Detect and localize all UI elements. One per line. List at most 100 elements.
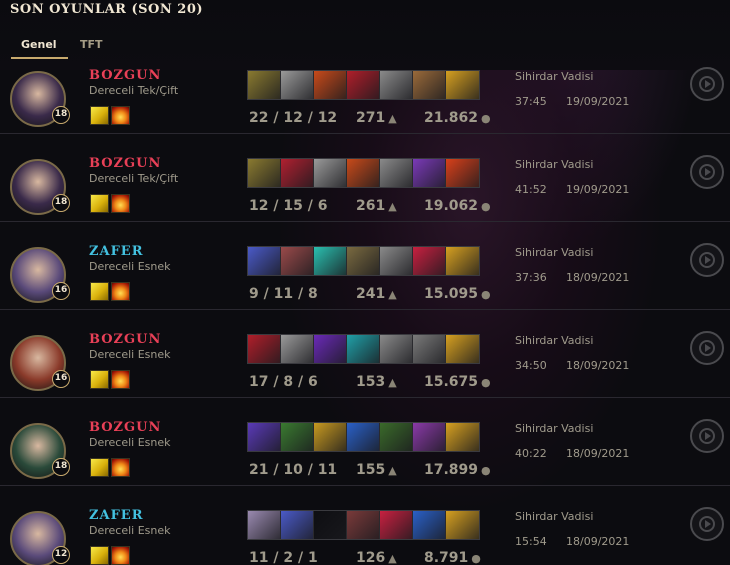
replay-button[interactable] (690, 67, 724, 101)
cs-value: 153 (356, 374, 386, 390)
coins-icon: ● (471, 552, 481, 565)
replay-button[interactable] (690, 243, 724, 277)
kda: 11 / 2 / 1 (249, 550, 318, 565)
gold-value: 15.675 (424, 374, 479, 390)
item-slot[interactable] (347, 335, 380, 363)
replay-button[interactable] (690, 155, 724, 189)
ignite-icon (111, 194, 130, 213)
kda: 17 / 8 / 6 (249, 374, 318, 390)
item-slot[interactable] (314, 511, 347, 539)
match-date: 18/09/2021 (566, 535, 630, 548)
item-slot[interactable] (281, 159, 314, 187)
item-slot[interactable] (446, 423, 479, 451)
item-slot[interactable] (413, 247, 446, 275)
queue-type: Dereceli Esnek (89, 260, 171, 273)
item-slot[interactable] (281, 247, 314, 275)
map-name: Sihirdar Vadisi (515, 422, 594, 435)
item-slot[interactable] (380, 247, 413, 275)
item-build (247, 246, 480, 276)
item-slot[interactable] (248, 159, 281, 187)
replay-button[interactable] (690, 507, 724, 541)
item-slot[interactable] (446, 247, 479, 275)
champion-level-badge: 18 (52, 106, 70, 124)
match-result: ZAFER (89, 244, 144, 259)
replay-button[interactable] (690, 419, 724, 453)
coins-icon: ● (481, 464, 491, 477)
item-slot[interactable] (314, 71, 347, 99)
queue-type: Dereceli Tek/Çift (89, 172, 179, 185)
item-slot[interactable] (248, 511, 281, 539)
replay-button[interactable] (690, 331, 724, 365)
match-row[interactable]: 18 BOZGUN Dereceli Tek/Çift 12 / 15 / 6 … (0, 134, 730, 222)
item-slot[interactable] (413, 71, 446, 99)
item-slot[interactable] (248, 247, 281, 275)
summoner-spells (90, 194, 130, 215)
cs-value: 155 (356, 462, 386, 478)
item-slot[interactable] (248, 335, 281, 363)
item-slot[interactable] (281, 511, 314, 539)
item-slot[interactable] (446, 71, 479, 99)
cs-value: 126 (356, 550, 386, 565)
item-slot[interactable] (380, 423, 413, 451)
item-slot[interactable] (281, 423, 314, 451)
item-build (247, 158, 480, 188)
item-build (247, 334, 480, 364)
match-row[interactable]: 16 BOZGUN Dereceli Esnek 17 / 8 / 6 153 ▲… (0, 310, 730, 398)
match-row[interactable]: 12 ZAFER Dereceli Esnek 11 / 2 / 1 126 ▲ … (0, 486, 730, 565)
map-name: Sihirdar Vadisi (515, 334, 594, 347)
match-row[interactable]: 18 BOZGUN Dereceli Esnek 21 / 10 / 11 15… (0, 398, 730, 486)
item-slot[interactable] (281, 335, 314, 363)
item-slot[interactable] (413, 159, 446, 187)
item-slot[interactable] (347, 423, 380, 451)
cs-value: 241 (356, 286, 386, 302)
match-list: 18 BOZGUN Dereceli Tek/Çift 22 / 12 / 12… (0, 66, 730, 565)
creep-score: 271 ▲ (356, 110, 397, 126)
item-slot[interactable] (446, 511, 479, 539)
match-row[interactable]: 16 ZAFER Dereceli Esnek 9 / 11 / 8 241 ▲ … (0, 222, 730, 310)
item-slot[interactable] (380, 511, 413, 539)
item-slot[interactable] (380, 159, 413, 187)
tab-genel[interactable]: Genel (21, 38, 57, 51)
item-slot[interactable] (380, 71, 413, 99)
item-slot[interactable] (347, 71, 380, 99)
creep-score: 241 ▲ (356, 286, 397, 302)
item-slot[interactable] (413, 335, 446, 363)
item-slot[interactable] (380, 335, 413, 363)
tab-tft[interactable]: TFT (80, 38, 103, 51)
match-history-header: SON OYUNLAR (SON 20) Genel TFT (0, 0, 730, 70)
item-slot[interactable] (446, 159, 479, 187)
item-slot[interactable] (314, 423, 347, 451)
minion-icon: ▲ (388, 376, 397, 389)
match-row[interactable]: 18 BOZGUN Dereceli Tek/Çift 22 / 12 / 12… (0, 66, 730, 134)
match-result: BOZGUN (89, 156, 162, 171)
summoner-spells (90, 546, 130, 565)
creep-score: 155 ▲ (356, 462, 397, 478)
item-slot[interactable] (413, 423, 446, 451)
gold-value: 8.791 (424, 550, 469, 565)
item-slot[interactable] (413, 511, 446, 539)
match-result: ZAFER (89, 508, 144, 523)
gold-earned: 8.791 ● (424, 550, 481, 565)
ignite-icon (111, 106, 130, 125)
item-slot[interactable] (248, 423, 281, 451)
queue-type: Dereceli Esnek (89, 348, 171, 361)
item-slot[interactable] (314, 159, 347, 187)
kda: 21 / 10 / 11 (249, 462, 338, 478)
ghost-icon (90, 546, 109, 565)
gold-earned: 15.095 ● (424, 286, 491, 302)
item-slot[interactable] (314, 247, 347, 275)
item-build (247, 422, 480, 452)
map-name: Sihirdar Vadisi (515, 70, 594, 83)
item-slot[interactable] (347, 159, 380, 187)
champion-level-badge: 16 (52, 370, 70, 388)
item-slot[interactable] (281, 71, 314, 99)
item-slot[interactable] (248, 71, 281, 99)
item-slot[interactable] (347, 247, 380, 275)
item-slot[interactable] (347, 511, 380, 539)
replay-icon (699, 252, 715, 268)
map-name: Sihirdar Vadisi (515, 158, 594, 171)
gold-earned: 19.062 ● (424, 198, 491, 214)
item-slot[interactable] (446, 335, 479, 363)
match-duration: 37:36 (515, 271, 547, 284)
item-slot[interactable] (314, 335, 347, 363)
